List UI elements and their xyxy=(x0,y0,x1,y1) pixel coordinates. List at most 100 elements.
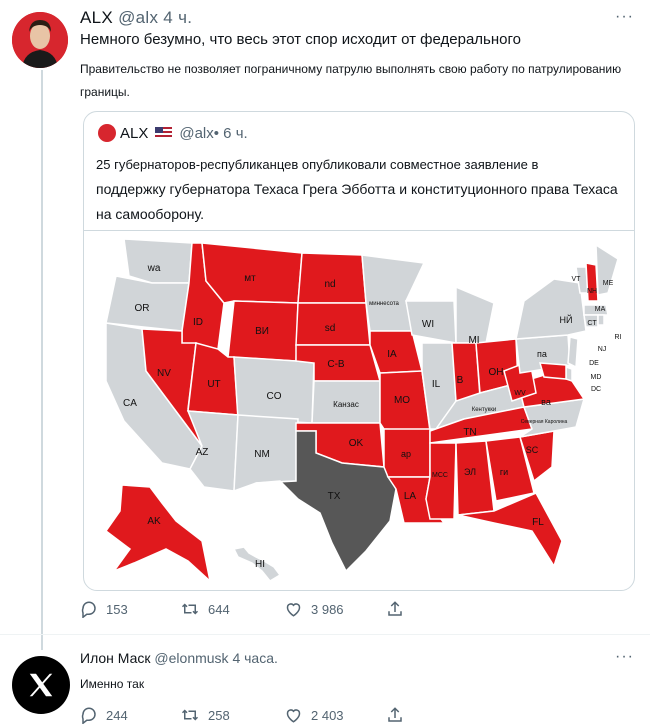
author-name[interactable]: ALX xyxy=(80,8,113,27)
map-label-fl: FL xyxy=(532,517,544,528)
us-flag-icon xyxy=(155,127,173,139)
map-label-ms: МСС xyxy=(432,472,448,479)
map-label-al: ЭЛ xyxy=(464,467,476,477)
us-map-image[interactable]: wa OR CA ID NV мт ВИ UT CO AZ NM nd sd С… xyxy=(84,230,634,590)
reply-reply-button[interactable]: 244 xyxy=(80,706,128,724)
map-label-me: ME xyxy=(603,280,614,287)
reply-share-button[interactable] xyxy=(386,706,404,724)
map-label-ar: ар xyxy=(401,449,411,459)
quote-text: 25 губернаторов-республиканцев опубликов… xyxy=(96,152,626,227)
map-label-id: ID xyxy=(193,317,203,328)
quote-author-name: ALX xyxy=(120,124,149,142)
heart-icon xyxy=(286,603,301,617)
thread-line xyxy=(41,70,43,650)
state-nd xyxy=(297,252,367,304)
state-ny xyxy=(515,278,587,340)
x-logo-icon xyxy=(29,673,53,697)
quote-handle-time: @alx• 6 ч. xyxy=(179,124,248,142)
map-label-mt: мт xyxy=(244,273,256,284)
map-label-or: OR xyxy=(135,303,150,314)
map-label-tn: TN xyxy=(463,427,476,438)
post-text-line2: Правительство не позволяет пограничному … xyxy=(80,62,622,99)
map-label-mo: MO xyxy=(394,395,410,406)
state-md xyxy=(538,362,567,380)
state-nj xyxy=(567,336,579,369)
share-button[interactable] xyxy=(386,600,404,618)
state-ri xyxy=(597,314,605,326)
reply-author-name[interactable]: Илон Маск xyxy=(80,650,151,666)
avatar[interactable] xyxy=(12,12,68,68)
share-icon xyxy=(388,601,402,616)
reply-like-button[interactable]: 2 403 xyxy=(284,706,344,724)
map-label-sd: sd xyxy=(325,323,336,334)
map-label-ny: НЙ xyxy=(560,314,573,325)
map-label-oh: OH xyxy=(489,367,504,378)
map-label-nc: Северная Каролина xyxy=(521,419,568,425)
map-label-la: LA xyxy=(404,491,417,502)
state-ms xyxy=(425,442,457,520)
reply-like-count: 2 403 xyxy=(311,707,344,723)
repost-icon xyxy=(181,603,199,615)
map-label-ut: UT xyxy=(207,379,220,390)
post-text-line1: Немного безумно, что весь этот спор исхо… xyxy=(80,31,521,48)
quote-text-rest: поддержку губернатора Техаса Грега Эббот… xyxy=(96,181,618,222)
map-label-ks: Канзас xyxy=(333,400,359,409)
map-label-mn: миннесота xyxy=(369,301,399,307)
reply-more-icon[interactable]: ··· xyxy=(615,648,634,666)
reply-button[interactable]: 153 xyxy=(80,600,128,618)
reply-reply-count: 244 xyxy=(106,707,128,723)
quote-avatar xyxy=(98,124,116,142)
handle-time[interactable]: @alx 4 ч. xyxy=(118,8,192,27)
map-label-co: CO xyxy=(267,391,282,402)
reply-icon xyxy=(81,707,96,724)
state-ak xyxy=(104,484,212,584)
map-label-ct: CT xyxy=(587,320,597,327)
map-label-ok: OK xyxy=(349,438,364,449)
map-label-az: AZ xyxy=(196,447,209,458)
reply-header: Илон Маск @elonmusk 4 часа. xyxy=(80,650,278,666)
reply-avatar[interactable] xyxy=(12,656,70,714)
map-label-md: MD xyxy=(591,374,602,381)
repost-count: 644 xyxy=(208,601,230,617)
map-label-de: DE xyxy=(589,360,599,367)
repost-button[interactable]: 644 xyxy=(180,600,230,618)
map-label-vt: VT xyxy=(572,276,582,283)
map-label-sc: SC xyxy=(526,445,539,455)
avatar-image xyxy=(12,12,68,68)
map-label-nv: NV xyxy=(157,368,171,379)
reply-repost-count: 258 xyxy=(208,707,230,723)
map-label-ma: МА xyxy=(595,306,606,313)
map-label-ia: IA xyxy=(387,349,397,360)
reply-repost-button[interactable]: 258 xyxy=(180,706,230,724)
map-label-ri: RI xyxy=(615,334,622,341)
quote-text-line1: 25 губернаторов-республиканцев опубликов… xyxy=(96,157,539,172)
map-label-hi: HI xyxy=(255,559,265,570)
map-label-il: IL xyxy=(432,379,441,390)
more-icon[interactable]: ··· xyxy=(615,8,634,26)
map-label-tx: TX xyxy=(328,491,341,502)
state-co xyxy=(233,356,315,424)
map-label-nd: nd xyxy=(324,279,335,290)
reply-handle-time[interactable]: @elonmusk 4 часа. xyxy=(154,650,277,666)
reply-text: Именно так xyxy=(80,677,145,691)
repost-icon xyxy=(181,709,199,721)
like-button[interactable]: 3 986 xyxy=(284,600,344,618)
quoted-post[interactable]: ALX @alx• 6 ч. 25 губернаторов-республик… xyxy=(83,111,635,591)
map-label-pa: па xyxy=(537,349,547,359)
state-in xyxy=(451,342,481,402)
reply-icon xyxy=(81,601,96,618)
map-label-wy: ВИ xyxy=(255,326,269,337)
map-label-mi: MI xyxy=(468,335,479,346)
map-label-nj: NJ xyxy=(598,346,607,353)
map-label-ak: AK xyxy=(147,516,161,527)
quote-header: ALX @alx• 6 ч. xyxy=(98,124,248,142)
like-count: 3 986 xyxy=(311,601,344,617)
reply-actions: 244 258 2 403 xyxy=(80,706,420,726)
heart-icon xyxy=(286,709,301,723)
divider xyxy=(0,634,650,635)
map-label-dc: DC xyxy=(591,386,601,393)
reply-count: 153 xyxy=(106,601,128,617)
state-me xyxy=(595,243,619,296)
map-label-wv: WV xyxy=(514,390,526,397)
map-label-in: В xyxy=(457,375,464,386)
